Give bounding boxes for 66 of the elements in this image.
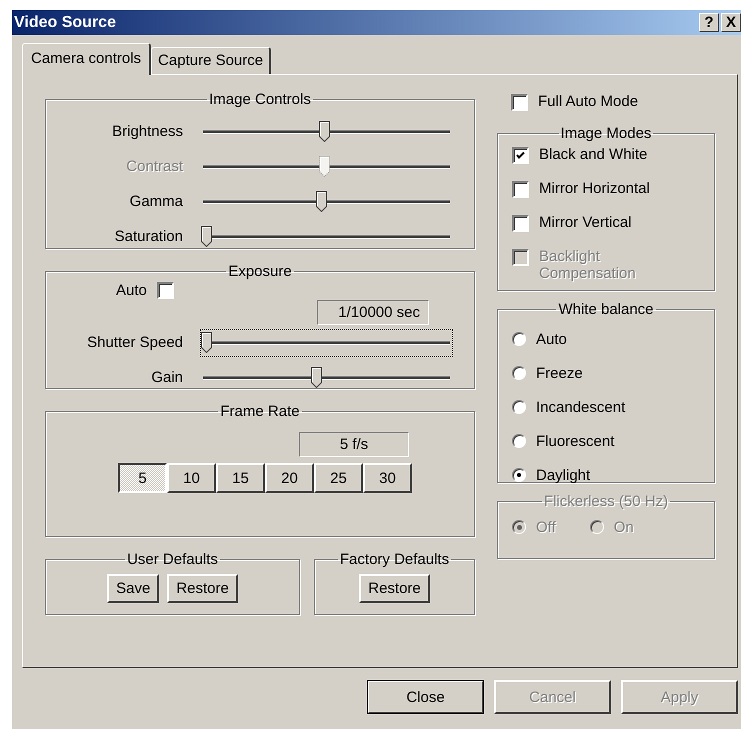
- slider-label: Brightness: [111, 123, 183, 140]
- group-title: White balance: [557, 301, 655, 318]
- checkbox-label: Backlight Compensation: [539, 248, 637, 282]
- frame-rate-button[interactable]: 20: [265, 463, 314, 493]
- slider-track[interactable]: [201, 364, 452, 390]
- slider-label: Saturation: [114, 228, 183, 245]
- defaults-button[interactable]: Restore: [167, 574, 238, 603]
- checkbox[interactable]: [512, 181, 529, 198]
- slider-track[interactable]: [201, 188, 452, 214]
- group-title: Image Modes: [560, 125, 652, 142]
- radio-button[interactable]: [512, 332, 526, 346]
- group-title: Image Controls: [208, 91, 312, 108]
- slider-thumb[interactable]: [311, 366, 322, 388]
- checkbox[interactable]: [512, 215, 529, 232]
- slider-track[interactable]: [201, 118, 452, 144]
- radio-button[interactable]: [512, 434, 526, 448]
- radio-label: Off: [536, 518, 556, 536]
- radio-button[interactable]: [512, 366, 526, 380]
- dialog-button[interactable]: Close: [367, 680, 484, 714]
- group-title: Exposure: [227, 263, 293, 280]
- frame-rate-readout: 5 f/s: [299, 432, 409, 457]
- radio-button[interactable]: [512, 400, 526, 414]
- slider-thumb[interactable]: [316, 190, 328, 212]
- slider-label: Contrast: [125, 158, 183, 175]
- slider-track[interactable]: [201, 224, 452, 250]
- checkbox-label: Black and White: [539, 146, 648, 163]
- radio-label: On: [614, 518, 634, 536]
- slider-label: Gain: [150, 369, 183, 386]
- defaults-button[interactable]: Save: [107, 574, 160, 603]
- checkbox-label: Mirror Vertical: [539, 214, 633, 231]
- window-title: Video Source: [14, 14, 116, 32]
- check-icon: [514, 149, 527, 162]
- frame-rate-button[interactable]: 15: [216, 463, 265, 493]
- slider-track[interactable]: [201, 154, 452, 180]
- group-title: Flickerless (50 Hz): [542, 493, 670, 510]
- frame-rate-button[interactable]: 5: [118, 463, 167, 493]
- frame-rate-button[interactable]: 10: [167, 463, 216, 493]
- group-title: Factory Defaults: [338, 551, 450, 568]
- shutter-readout: 1/10000 sec: [317, 300, 429, 325]
- radio-label: Incandescent: [536, 398, 626, 416]
- radio-label: Fluorescent: [536, 432, 614, 450]
- slider-thumb[interactable]: [201, 332, 212, 352]
- checkbox-label: Auto: [116, 282, 147, 298]
- slider-label: Shutter Speed: [86, 334, 183, 351]
- slider-thumb[interactable]: [201, 226, 212, 246]
- radio-label: Auto: [536, 330, 567, 348]
- tab[interactable]: Capture Source: [151, 47, 272, 74]
- window-close-button[interactable]: X: [721, 13, 741, 32]
- slider-thumb[interactable]: [318, 120, 330, 142]
- checkbox-label: Full Auto Mode: [538, 93, 638, 110]
- group-title: User Defaults: [126, 551, 219, 568]
- frame-rate-button[interactable]: 30: [363, 463, 412, 493]
- radio-button[interactable]: [512, 468, 526, 482]
- checkbox[interactable]: [511, 94, 528, 111]
- group-title: Frame Rate: [219, 403, 301, 420]
- radio-label: Freeze: [536, 364, 583, 382]
- checkbox[interactable]: [512, 147, 529, 164]
- slider-track[interactable]: [201, 330, 452, 356]
- frame-rate-button[interactable]: 25: [314, 463, 363, 493]
- checkbox-label: Mirror Horizontal: [539, 180, 651, 197]
- radio-label: Daylight: [536, 466, 590, 484]
- slider-label: Gamma: [128, 193, 183, 210]
- help-button[interactable]: ?: [699, 13, 719, 32]
- checkbox[interactable]: [156, 282, 174, 299]
- tab[interactable]: Camera controls: [22, 43, 152, 75]
- defaults-button[interactable]: Restore: [359, 574, 430, 603]
